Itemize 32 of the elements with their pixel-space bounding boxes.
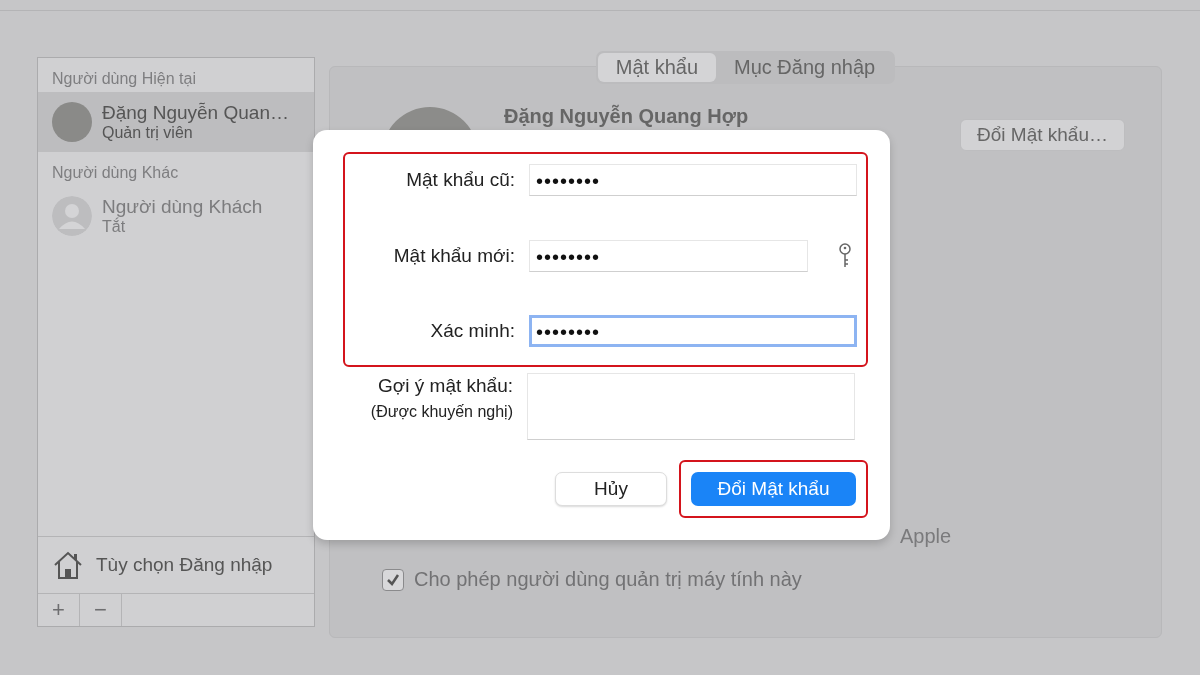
tab[interactable]: Mục Đăng nhập: [716, 53, 894, 82]
user-name: Đặng Nguyễn Quan…: [102, 102, 289, 124]
cancel-button[interactable]: Hủy: [555, 472, 667, 506]
field-label: Xác minh:: [429, 320, 515, 342]
tab[interactable]: Mật khẩu: [597, 53, 717, 82]
password-hint-field[interactable]: [527, 373, 855, 440]
password-field[interactable]: ••••••••: [529, 239, 808, 272]
avatar-photo-placeholder: [52, 102, 92, 142]
change-password-button[interactable]: Đổi Mật khẩu: [691, 472, 856, 506]
user-list-item[interactable]: Đặng Nguyễn Quan… Quản trị viên: [38, 92, 314, 152]
checkbox[interactable]: [382, 568, 404, 591]
option-label: Apple: [900, 525, 952, 547]
user-name: Người dùng Khách: [102, 196, 263, 218]
field-label: Gợi ý mật khẩu:: [378, 375, 513, 397]
house-icon: [52, 550, 84, 580]
password-field[interactable]: ••••••••: [529, 164, 857, 196]
profile-name: Đặng Nguyễn Quang Hợp: [504, 105, 750, 128]
section-heading: Người dùng Khác: [51, 163, 180, 183]
change-password-button[interactable]: Đổi Mật khẩu…: [960, 119, 1125, 151]
login-options-item[interactable]: Tùy chọn Đăng nhập: [38, 536, 314, 593]
field-label: Mật khẩu mới:: [392, 244, 515, 267]
section-heading: Người dùng Hiện tại: [51, 69, 197, 89]
field-label: Mật khẩu cũ:: [405, 169, 515, 191]
user-role: Quản trị viên: [102, 124, 194, 142]
login-options-label: Tùy chọn Đăng nhập: [96, 554, 273, 576]
field-note: (Được khuyến nghị): [370, 403, 513, 421]
remove-button[interactable]: −: [80, 594, 122, 626]
password-field[interactable]: ••••••••: [529, 315, 857, 347]
key-icon[interactable]: [838, 242, 852, 269]
user-role: Tắt: [102, 218, 126, 236]
add-button[interactable]: +: [38, 594, 80, 626]
checkbox-label: Cho phép người dùng quản trị máy tính này: [414, 568, 802, 591]
